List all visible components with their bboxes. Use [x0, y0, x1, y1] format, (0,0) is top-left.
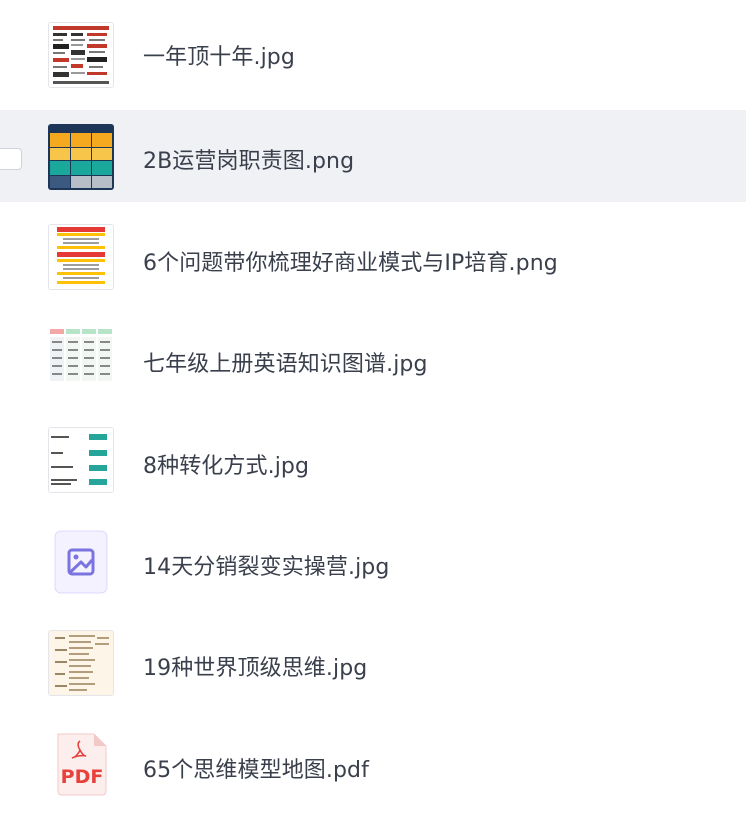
- file-row[interactable]: PDF 65个思维模型地图.pdf: [0, 717, 746, 809]
- file-name[interactable]: 8种转化方式.jpg: [143, 448, 309, 480]
- file-row[interactable]: 七年级上册英语知识图谱.jpg: [0, 313, 746, 405]
- pdf-badge-text: PDF: [60, 766, 104, 788]
- file-name[interactable]: 6个问题带你梳理好商业模式与IP培育.png: [143, 245, 558, 277]
- pdf-file-icon: PDF: [48, 731, 114, 797]
- file-name[interactable]: 65个思维模型地图.pdf: [143, 752, 369, 784]
- file-name[interactable]: 19种世界顶级思维.jpg: [143, 650, 367, 682]
- file-row[interactable]: 6个问题带你梳理好商业模式与IP培育.png: [0, 212, 746, 304]
- file-row[interactable]: 8种转化方式.jpg: [0, 414, 746, 506]
- image-thumbnail-icon: [48, 427, 114, 493]
- image-placeholder-icon: [48, 529, 114, 595]
- file-name[interactable]: 一年顶十年.jpg: [143, 39, 295, 71]
- file-name[interactable]: 14天分销裂变实操营.jpg: [143, 549, 389, 581]
- file-row-selected[interactable]: 2B运营岗职责图.png: [0, 110, 746, 202]
- file-name[interactable]: 七年级上册英语知识图谱.jpg: [143, 346, 428, 378]
- file-row[interactable]: 一年顶十年.jpg: [0, 8, 746, 100]
- image-thumbnail-icon: [48, 630, 114, 696]
- file-row[interactable]: 14天分销裂变实操营.jpg: [0, 515, 746, 607]
- image-thumbnail-icon: [48, 224, 114, 290]
- image-thumbnail-icon: [48, 22, 114, 88]
- file-name[interactable]: 2B运营岗职责图.png: [143, 143, 354, 175]
- row-checkbox[interactable]: [0, 148, 22, 170]
- file-row[interactable]: 19种世界顶级思维.jpg: [0, 616, 746, 708]
- image-thumbnail-icon: [48, 124, 114, 190]
- image-thumbnail-icon: [48, 325, 114, 391]
